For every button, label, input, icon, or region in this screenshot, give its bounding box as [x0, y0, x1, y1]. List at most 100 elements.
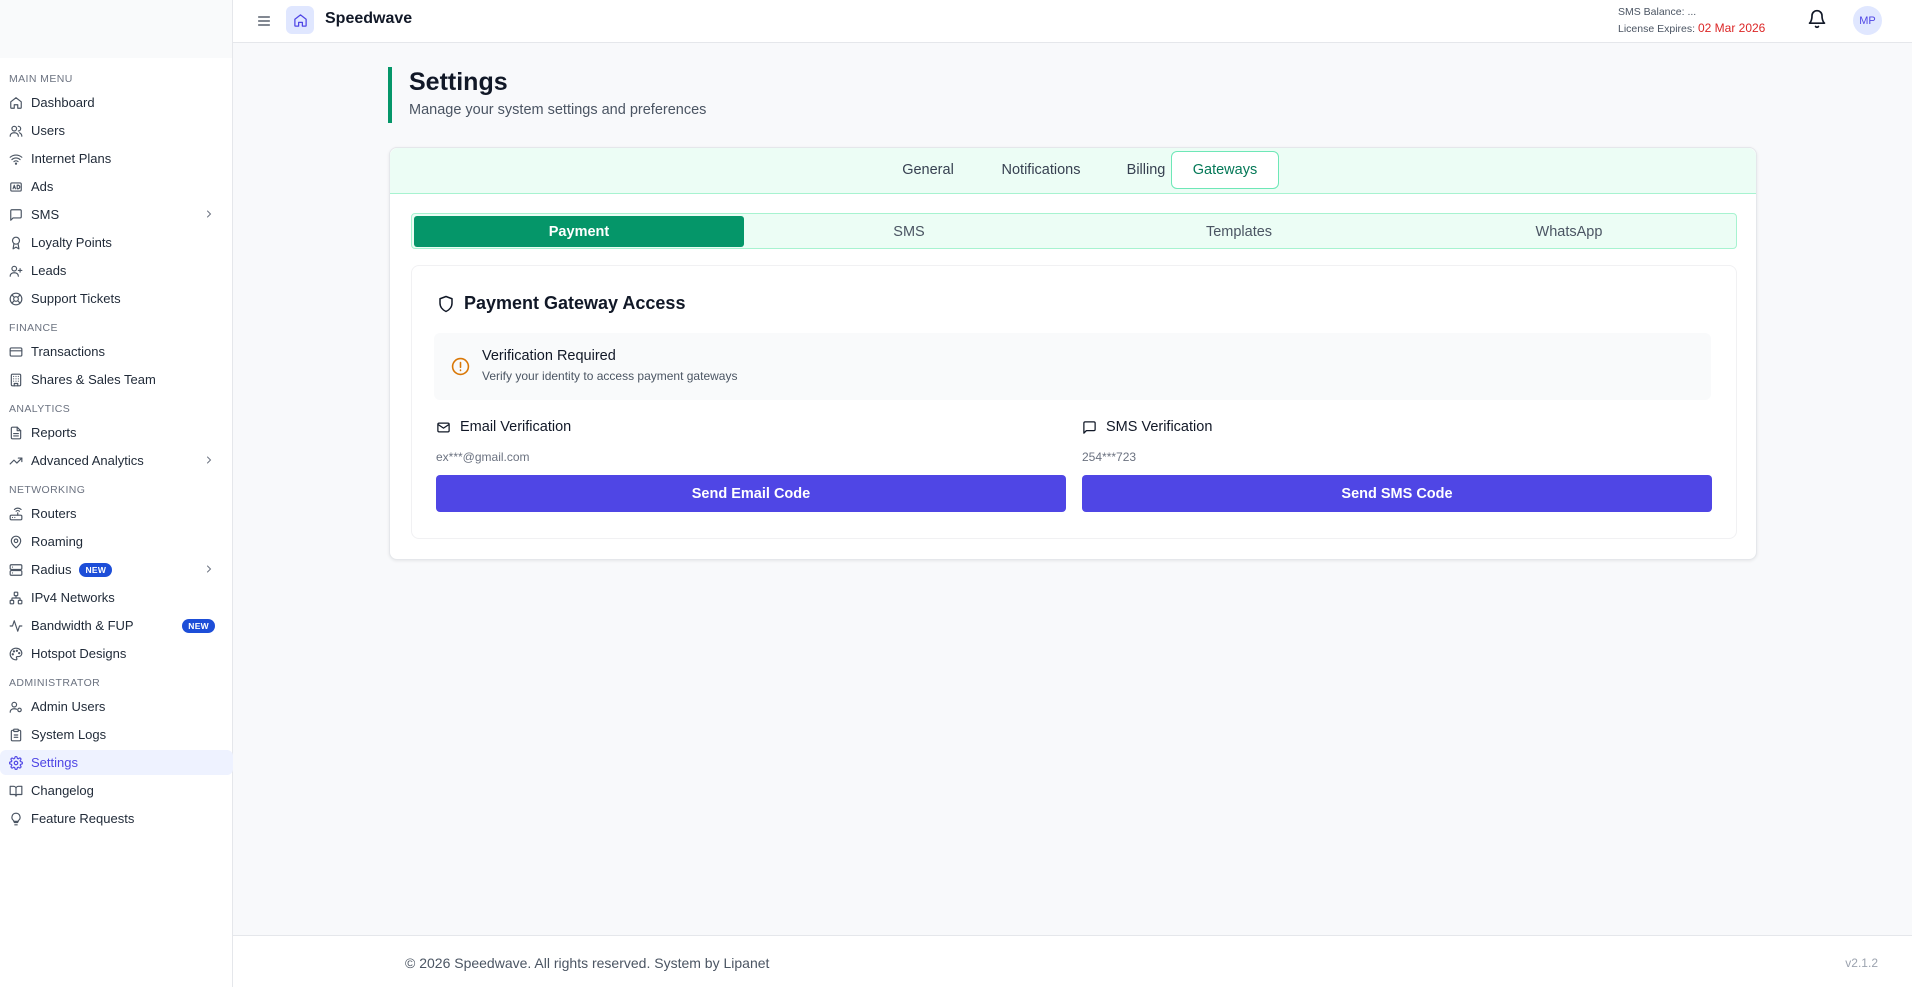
sidebar-item-transactions[interactable]: Transactions	[9, 339, 223, 364]
payment-gateway-panel: Payment Gateway Access Verification Requ…	[411, 265, 1737, 539]
alert-icon-wrap	[451, 357, 470, 376]
home-icon	[293, 13, 307, 27]
sidebar-item-label: System Logs	[31, 727, 107, 742]
sms-verification: SMS Verification 254***723 Send SMS Code	[1082, 419, 1712, 512]
notifications-button[interactable]	[1807, 9, 1829, 31]
sidebar-item-settings[interactable]: Settings	[0, 750, 233, 775]
alert-circle-icon	[451, 357, 470, 376]
version-label: v2.1.2	[1845, 956, 1878, 970]
bell-icon	[1808, 9, 1826, 29]
book-icon	[9, 784, 31, 798]
gateway-subtabs: Payment SMS Templates WhatsApp	[411, 213, 1737, 249]
new-badge: NEW	[182, 619, 215, 633]
email-verification-label: Email Verification	[460, 419, 572, 435]
sidebar-nav: MAIN MENU Dashboard Users Internet Plans Ads…	[0, 58, 233, 831]
sidebar-item-label: Leads	[31, 263, 67, 278]
sidebar-item-shares-and-sales-team[interactable]: Shares & Sales Team	[9, 367, 223, 392]
send-sms-code-button[interactable]: Send SMS Code	[1082, 475, 1712, 512]
sidebar-item-advanced-analytics[interactable]: Advanced Analytics	[9, 448, 223, 473]
subtab-whatsapp[interactable]: WhatsApp	[1404, 216, 1734, 247]
activity-icon	[9, 619, 31, 633]
lifebuoy-icon	[9, 292, 31, 306]
sidebar-item-label: SMS	[31, 207, 60, 222]
sidebar-item-bandwidth-and-fup[interactable]: Bandwidth & FUP NEW	[9, 613, 223, 638]
sidebar-item-dashboard[interactable]: Dashboard	[9, 90, 223, 115]
sidebar-item-routers[interactable]: Routers	[9, 501, 223, 526]
trending-up-icon	[9, 454, 31, 468]
copyright-text: © 2026 Speedwave. All rights reserved. S…	[405, 955, 770, 971]
user-plus-icon	[9, 264, 31, 278]
sidebar-item-support-tickets[interactable]: Support Tickets	[9, 286, 223, 311]
sidebar-section-main-menu: MAIN MENU	[9, 73, 73, 85]
sms-verification-header: SMS Verification	[1082, 419, 1712, 435]
building-icon	[9, 373, 31, 387]
alert-title: Verification Required	[482, 348, 616, 364]
sidebar-item-label: Changelog	[31, 783, 94, 798]
sidebar-item-label: Internet Plans	[31, 151, 112, 166]
sidebar-item-loyalty-points[interactable]: Loyalty Points	[9, 230, 223, 255]
sidebar-item-label: Loyalty Points	[31, 235, 112, 250]
sidebar-item-sms[interactable]: SMS	[9, 202, 223, 227]
sidebar-item-label: Advanced Analytics	[31, 453, 144, 468]
masked-phone: 254***723	[1082, 450, 1137, 464]
sidebar-item-users[interactable]: Users	[9, 118, 223, 143]
page-subtitle: Manage your system settings and preferen…	[409, 102, 707, 118]
sidebar-item-leads[interactable]: Leads	[9, 258, 223, 283]
masked-email: ex***@gmail.com	[436, 450, 530, 464]
tab-notifications[interactable]: Notifications	[970, 151, 1112, 189]
sidebar-item-system-logs[interactable]: System Logs	[9, 722, 223, 747]
lightbulb-icon	[9, 812, 31, 826]
tab-gateways[interactable]: Gateways	[1171, 151, 1279, 189]
mail-icon	[437, 422, 450, 432]
license-expiry-date: 02 Mar 2026	[1697, 21, 1766, 35]
sidebar-section-administrator: ADMINISTRATOR	[9, 677, 101, 689]
message-icon	[9, 208, 31, 222]
sidebar-item-label: Feature Requests	[31, 811, 135, 826]
sidebar-item-label: Routers	[31, 506, 77, 521]
sidebar-header	[0, 0, 232, 58]
home-button[interactable]	[286, 6, 314, 34]
subtab-templates[interactable]: Templates	[1074, 216, 1404, 247]
tab-general[interactable]: General	[876, 151, 980, 189]
sidebar-item-hotspot-designs[interactable]: Hotspot Designs	[9, 641, 223, 666]
user-cog-icon	[9, 700, 31, 714]
license-label: License Expires:	[1618, 23, 1696, 35]
network-icon	[9, 591, 31, 605]
sidebar-item-roaming[interactable]: Roaming	[9, 529, 223, 554]
message-square-icon	[1083, 420, 1096, 434]
sidebar-item-changelog[interactable]: Changelog	[9, 778, 223, 803]
sidebar-item-ipv4-networks[interactable]: IPv4 Networks	[9, 585, 223, 610]
chevron-right-icon	[203, 454, 215, 466]
sms-balance-label: SMS Balance:	[1618, 6, 1685, 18]
sidebar-item-ads[interactable]: Ads	[9, 174, 223, 199]
user-avatar[interactable]: MP	[1853, 6, 1882, 35]
panel-title: Payment Gateway Access	[437, 293, 685, 314]
subtab-payment[interactable]: Payment	[414, 216, 744, 247]
palette-icon	[9, 647, 31, 661]
sidebar-item-label: Settings	[31, 755, 78, 770]
sidebar-item-label: Support Tickets	[31, 291, 121, 306]
footer: © 2026 Speedwave. All rights reserved. S…	[233, 935, 1912, 987]
sidebar-item-label: Hotspot Designs	[31, 646, 127, 661]
sidebar-item-internet-plans[interactable]: Internet Plans	[9, 146, 223, 171]
file-text-icon	[9, 426, 31, 440]
panel-title-text: Payment Gateway Access	[464, 293, 686, 313]
sidebar-item-reports[interactable]: Reports	[9, 420, 223, 445]
sidebar-item-label: Transactions	[31, 344, 105, 359]
map-pin-icon	[9, 535, 31, 549]
alert-text: Verify your identity to access payment g…	[482, 369, 738, 383]
menu-toggle-button[interactable]	[253, 10, 275, 32]
shield-icon	[439, 295, 453, 312]
sidebar-item-admin-users[interactable]: Admin Users	[9, 694, 223, 719]
settings-card: General Notifications Billing Gateways P…	[389, 147, 1757, 560]
new-badge: NEW	[79, 562, 113, 577]
gear-icon	[9, 755, 31, 770]
sidebar-section-networking: NETWORKING	[9, 484, 86, 496]
sidebar-item-feature-requests[interactable]: Feature Requests	[9, 806, 223, 831]
subtab-sms[interactable]: SMS	[744, 216, 1074, 247]
sidebar-item-radius[interactable]: Radius NEW	[9, 557, 223, 582]
sidebar-section-analytics: ANALYTICS	[9, 403, 71, 415]
sidebar-item-label: Shares & Sales Team	[31, 372, 156, 387]
sidebar-item-label: Roaming	[31, 534, 84, 549]
send-email-code-button[interactable]: Send Email Code	[436, 475, 1066, 512]
